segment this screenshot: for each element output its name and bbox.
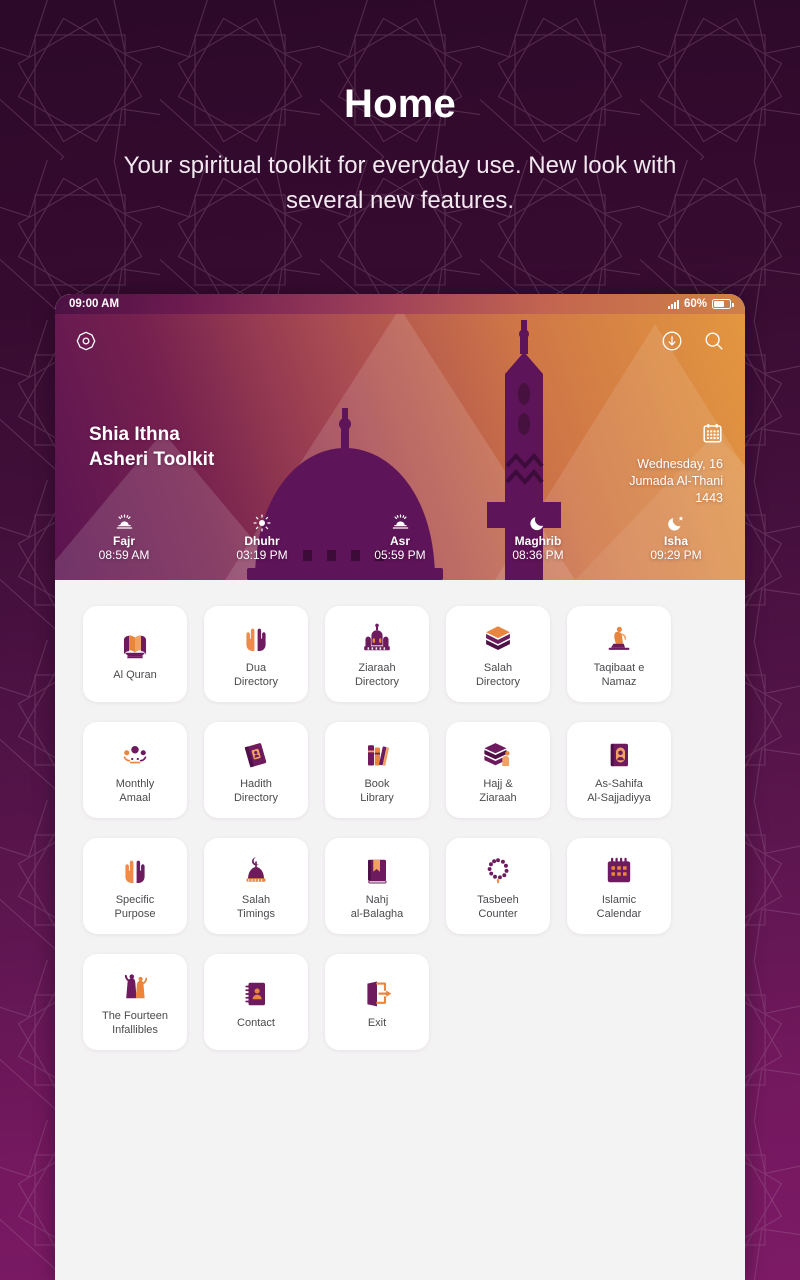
tile-hadith-directory[interactable]: Hadith Directory: [204, 722, 308, 818]
page-subtitle: Your spiritual toolkit for everyday use.…: [123, 152, 677, 214]
prayer-time: 08:59 AM: [98, 548, 150, 562]
kneeling-person-icon: [603, 619, 635, 659]
tile-hajj-ziaraah[interactable]: Hajj & Ziaraah: [446, 722, 550, 818]
prayer-name: Asr: [389, 534, 410, 548]
prayer-name: Isha: [663, 534, 688, 548]
tile-label: Dua Directory: [233, 662, 278, 688]
tile-book-library[interactable]: Book Library: [325, 722, 429, 818]
moon-star-icon: [607, 513, 745, 532]
hijri-date-block[interactable]: Wednesday, 16 Jumada Al-Thani 1443: [629, 422, 723, 507]
prayer-item-dhuhr[interactable]: Dhuhr 03:19 PM: [193, 513, 331, 562]
battery-percent-label: 60%: [683, 298, 707, 310]
praying-hands-icon: [119, 851, 151, 891]
tile-as-sahifa-al-sajjadiyya[interactable]: As-Sahifa Al-Sajjadiyya: [567, 722, 671, 818]
tile-monthly-amaal[interactable]: Monthly Amaal: [83, 722, 187, 818]
sunset-icon: [331, 513, 469, 532]
tile-contact[interactable]: Contact: [204, 954, 308, 1050]
prayer-item-fajr[interactable]: Fajr 08:59 AM: [55, 513, 193, 562]
tile-islamic-calendar[interactable]: Islamic Calendar: [567, 838, 671, 934]
tile-label: Al Quran: [113, 668, 157, 681]
tile-label: Salah Timings: [236, 894, 276, 920]
tile-specific-purpose[interactable]: Specific Purpose: [83, 838, 187, 934]
sunrise-icon: [55, 513, 193, 532]
tile-label: Specific Purpose: [114, 894, 156, 920]
quran-book-icon: [118, 626, 152, 666]
tile-ziaraah-directory[interactable]: Ziaraah Directory: [325, 606, 429, 702]
calendar-grid-icon: [603, 851, 635, 891]
app-title: Shia Ithna Asheri Toolkit: [89, 422, 214, 472]
date-line-1: Wednesday, 16: [637, 457, 723, 471]
tile-label: As-Sahifa Al-Sajjadiyya: [587, 778, 651, 804]
kaaba-pilgrim-icon: [481, 735, 515, 775]
app-title-line1: Shia Ithna: [89, 424, 180, 445]
phone-mockup: 09:00 AM 60% Shia Ithna Asheri Toolkit W…: [55, 294, 745, 1280]
prayer-name: Dhuhr: [244, 534, 280, 548]
sahifa-book-icon: [604, 735, 634, 775]
signal-bars-icon: [667, 299, 679, 309]
bookmark-book-icon: [362, 851, 392, 891]
dome-clock-icon: [240, 851, 272, 891]
tile-label: Contact: [237, 1016, 275, 1029]
app-title-line2: Asheri Toolkit: [89, 449, 215, 470]
praying-hands-icon: [240, 619, 272, 659]
download-icon[interactable]: [659, 328, 685, 354]
moon-phases-icon: [118, 735, 152, 775]
prayer-name: Fajr: [112, 534, 135, 548]
sun-icon: [193, 513, 331, 532]
exit-door-icon: [361, 974, 393, 1014]
tile-tasbeeh-counter[interactable]: Tasbeeh Counter: [446, 838, 550, 934]
prayer-time: 08:36 PM: [512, 548, 564, 562]
tile-label: Islamic Calendar: [596, 894, 642, 920]
fourteen-figures-icon: [119, 967, 151, 1007]
status-bar-time: 09:00 AM: [69, 298, 120, 310]
tile-label: Monthly Amaal: [115, 778, 155, 804]
tile-label: Exit: [367, 1016, 387, 1029]
shrine-icon: [360, 619, 394, 659]
tile-exit[interactable]: Exit: [325, 954, 429, 1050]
tile-dua-directory[interactable]: Dua Directory: [204, 606, 308, 702]
calendar-icon: [702, 422, 723, 449]
prayer-time: 05:59 PM: [374, 548, 426, 562]
prayer-beads-icon: [483, 851, 513, 891]
prayer-times-row: Fajr 08:59 AM Dhuhr 03:19 PM Asr 05:59 P…: [55, 513, 745, 562]
tile-label: Hajj & Ziaraah: [479, 778, 517, 804]
tile-al-quran[interactable]: Al Quran: [83, 606, 187, 702]
tile-label: Tasbeeh Counter: [477, 894, 519, 920]
prayer-item-asr[interactable]: Asr 05:59 PM: [331, 513, 469, 562]
tile-label: Book Library: [360, 778, 394, 804]
date-line-3: 1443: [695, 491, 723, 505]
tile-taqibaat-e-namaz[interactable]: Taqibaat e Namaz: [567, 606, 671, 702]
books-shelf-icon: [362, 735, 392, 775]
moon-icon: [469, 513, 607, 532]
tile-label: Nahj al-Balagha: [350, 894, 404, 920]
closed-book-icon: [240, 735, 272, 775]
feature-grid-container: Al Quran Dua Directory Ziaraah Directory…: [55, 580, 745, 1050]
prayer-time: 03:19 PM: [236, 548, 288, 562]
feature-grid: Al Quran Dua Directory Ziaraah Directory…: [83, 606, 717, 1050]
prayer-item-isha[interactable]: Isha 09:29 PM: [607, 513, 745, 562]
tile-label: Hadith Directory: [233, 778, 278, 804]
prayer-name: Maghrib: [514, 534, 562, 548]
tile-label: Ziaraah Directory: [354, 662, 399, 688]
tile-nahj-al-balagha[interactable]: Nahj al-Balagha: [325, 838, 429, 934]
tile-label: The Fourteen Infallibles: [101, 1010, 169, 1036]
tile-salah-timings[interactable]: Salah Timings: [204, 838, 308, 934]
tile-salah-directory[interactable]: Salah Directory: [446, 606, 550, 702]
hero-header: Shia Ithna Asheri Toolkit Wednesday, 16 …: [55, 314, 745, 580]
status-bar: 09:00 AM 60%: [55, 294, 745, 314]
battery-icon: [712, 299, 734, 309]
tile-label: Salah Directory: [475, 662, 520, 688]
qibla-compass-icon[interactable]: [73, 328, 99, 354]
page-title: Home: [344, 82, 456, 126]
prayer-item-maghrib[interactable]: Maghrib 08:36 PM: [469, 513, 607, 562]
search-icon[interactable]: [701, 328, 727, 354]
prayer-time: 09:29 PM: [650, 548, 702, 562]
tile-fourteen-infallibles[interactable]: The Fourteen Infallibles: [83, 954, 187, 1050]
hero-toolbar: [55, 324, 745, 358]
tile-label: Taqibaat e Namaz: [593, 662, 645, 688]
kaaba-icon: [481, 619, 515, 659]
date-line-2: Jumada Al-Thani: [629, 474, 723, 488]
contact-book-icon: [241, 974, 271, 1014]
